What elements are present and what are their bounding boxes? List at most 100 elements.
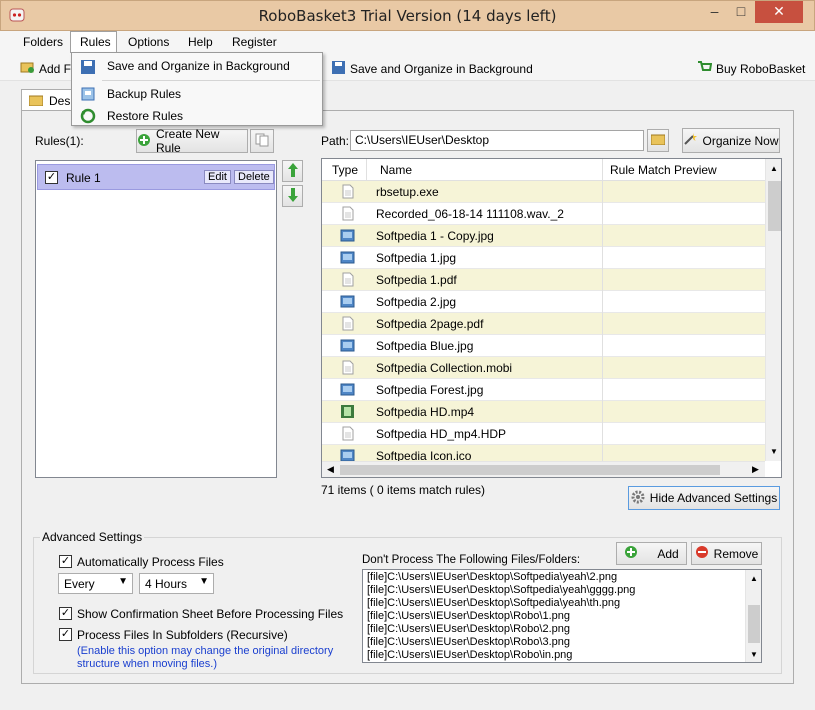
vertical-scrollbar[interactable]: ▲ ▼ [765, 159, 781, 461]
save-organize-bg-button[interactable]: Save and Organize in Background [331, 60, 533, 78]
rules-header: Rules(1): [35, 134, 84, 148]
ignore-item[interactable]: [file]C:\Users\IEUser\Desktop\Softpedia\… [367, 571, 617, 583]
hide-advanced-label: Hide Advanced Settings [649, 491, 778, 505]
scroll-right-icon[interactable]: ▶ [752, 464, 759, 475]
copy-rule-button[interactable] [250, 129, 274, 153]
cart-icon [697, 60, 713, 77]
subfolders-note-2: structure when moving files.) [77, 658, 217, 670]
maximize-button[interactable]: □ [728, 1, 754, 23]
ignore-scrollbar[interactable]: ▲ ▼ [745, 570, 761, 662]
ignore-list[interactable]: [file]C:\Users\IEUser\Desktop\Softpedia\… [362, 569, 762, 663]
add-folder-label: Add F [39, 61, 72, 76]
path-input[interactable]: C:\Users\IEUser\Desktop [350, 130, 644, 151]
ignore-item[interactable]: [file]C:\Users\IEUser\Desktop\Robo\3.png [367, 636, 570, 648]
menu-save-organize-bg[interactable]: Save and Organize in Background [107, 59, 290, 73]
move-down-button[interactable] [282, 185, 303, 207]
rules-list[interactable]: ✓ Rule 1 Edit Delete [35, 160, 277, 478]
doc-icon [340, 184, 355, 199]
hide-advanced-button[interactable]: Hide Advanced Settings [628, 486, 780, 510]
ignore-item[interactable]: [file]C:\Users\IEUser\Desktop\Robo\in.pn… [367, 649, 572, 661]
tab-desktop[interactable]: Desk [21, 89, 76, 111]
file-name: rbsetup.exe [376, 185, 439, 199]
menu-register[interactable]: Register [232, 35, 277, 49]
add-ignore-button[interactable]: Add [616, 542, 687, 565]
file-row[interactable]: Softpedia 2.jpg [322, 291, 765, 313]
image-icon [340, 294, 355, 309]
scroll-down-icon[interactable]: ▼ [750, 650, 758, 659]
rule-delete-button[interactable]: Delete [234, 170, 274, 184]
column-divider [602, 335, 603, 357]
scroll-up-icon[interactable]: ▲ [750, 574, 758, 583]
ignore-item[interactable]: [file]C:\Users\IEUser\Desktop\Robo\2.png [367, 623, 570, 635]
ignore-item[interactable]: [file]C:\Users\IEUser\Desktop\Softpedia\… [367, 584, 635, 596]
file-table[interactable]: Type Name Rule Match Preview rbsetup.exe… [321, 158, 782, 478]
file-row[interactable]: Softpedia Blue.jpg [322, 335, 765, 357]
file-name: Softpedia 1.jpg [376, 251, 457, 265]
header-divider [366, 159, 367, 181]
menu-backup-rules[interactable]: Backup Rules [107, 87, 181, 101]
column-rule-match[interactable]: Rule Match Preview [610, 163, 717, 177]
menu-restore-rules[interactable]: Restore Rules [107, 109, 183, 123]
minimize-button[interactable]: – [701, 1, 728, 23]
add-folder-button[interactable]: Add F [20, 60, 71, 77]
create-new-rule-button[interactable]: Create New Rule [136, 127, 248, 155]
column-type[interactable]: Type [332, 163, 358, 177]
file-row[interactable]: Recorded_06-18-14 111108.wav._2 [322, 203, 765, 225]
horizontal-scrollbar[interactable]: ◀ ▶ [322, 461, 765, 477]
browse-folder-button[interactable] [647, 129, 669, 152]
floppy-icon [331, 60, 346, 78]
file-name: Softpedia Forest.jpg [376, 383, 484, 397]
subfolders-label: Process Files In Subfolders (Recursive) [77, 628, 288, 642]
scroll-thumb[interactable] [748, 605, 760, 643]
column-divider [602, 181, 603, 203]
folder-icon [28, 94, 44, 109]
subfolders-note-1: (Enable this option may change the origi… [77, 645, 334, 657]
auto-process-checkbox[interactable]: ✓ [59, 555, 72, 568]
file-row[interactable]: Softpedia 1 - Copy.jpg [322, 225, 765, 247]
organize-now-label: Organize Now [702, 133, 779, 148]
subfolders-checkbox[interactable]: ✓ [59, 628, 72, 641]
buy-button[interactable]: Buy RoboBasket [697, 60, 805, 77]
minus-icon [695, 545, 709, 562]
floppy-icon [80, 59, 96, 75]
arrow-down-icon [287, 187, 299, 206]
move-up-button[interactable] [282, 160, 303, 182]
copy-icon [255, 133, 269, 150]
scroll-thumb[interactable] [768, 181, 781, 231]
organize-now-button[interactable]: Organize Now [682, 128, 780, 153]
file-row[interactable]: Softpedia 1.jpg [322, 247, 765, 269]
file-row[interactable]: Softpedia 1.pdf [322, 269, 765, 291]
rule-checkbox[interactable]: ✓ [45, 171, 58, 184]
rule-edit-button[interactable]: Edit [204, 170, 231, 184]
every-select[interactable]: Every ▼ [58, 573, 133, 594]
scroll-left-icon[interactable]: ◀ [327, 464, 334, 475]
file-row[interactable]: Softpedia Forest.jpg [322, 379, 765, 401]
ignore-item[interactable]: [file]C:\Users\IEUser\Desktop\Robo\1.png [367, 610, 570, 622]
buy-label: Buy RoboBasket [716, 61, 806, 76]
hscroll-thumb[interactable] [340, 465, 720, 475]
scroll-down-icon[interactable]: ▼ [770, 447, 778, 456]
file-row[interactable]: Softpedia HD_mp4.HDP [322, 423, 765, 445]
close-button[interactable]: ✕ [755, 1, 803, 23]
interval-select[interactable]: 4 Hours ▼ [139, 573, 214, 594]
column-divider [602, 313, 603, 335]
menu-folders[interactable]: Folders [23, 35, 63, 49]
confirm-sheet-checkbox[interactable]: ✓ [59, 607, 72, 620]
doc-icon [340, 426, 355, 441]
column-divider [602, 247, 603, 269]
file-row[interactable]: rbsetup.exe [322, 181, 765, 203]
file-row[interactable]: Softpedia 2page.pdf [322, 313, 765, 335]
menu-rules[interactable]: Rules [80, 35, 111, 49]
scroll-up-icon[interactable]: ▲ [770, 164, 778, 173]
column-divider [602, 203, 603, 225]
file-row[interactable]: Softpedia Collection.mobi [322, 357, 765, 379]
menu-options[interactable]: Options [128, 35, 169, 49]
ignore-item[interactable]: [file]C:\Users\IEUser\Desktop\Softpedia\… [367, 597, 620, 609]
save-organize-bg-label: Save and Organize in Background [350, 62, 533, 76]
rule-item[interactable]: ✓ Rule 1 Edit Delete [37, 164, 275, 190]
gear-icon [631, 490, 645, 507]
file-row[interactable]: Softpedia HD.mp4 [322, 401, 765, 423]
column-name[interactable]: Name [380, 163, 412, 177]
menu-help[interactable]: Help [188, 35, 213, 49]
remove-ignore-button[interactable]: Remove [691, 542, 762, 565]
